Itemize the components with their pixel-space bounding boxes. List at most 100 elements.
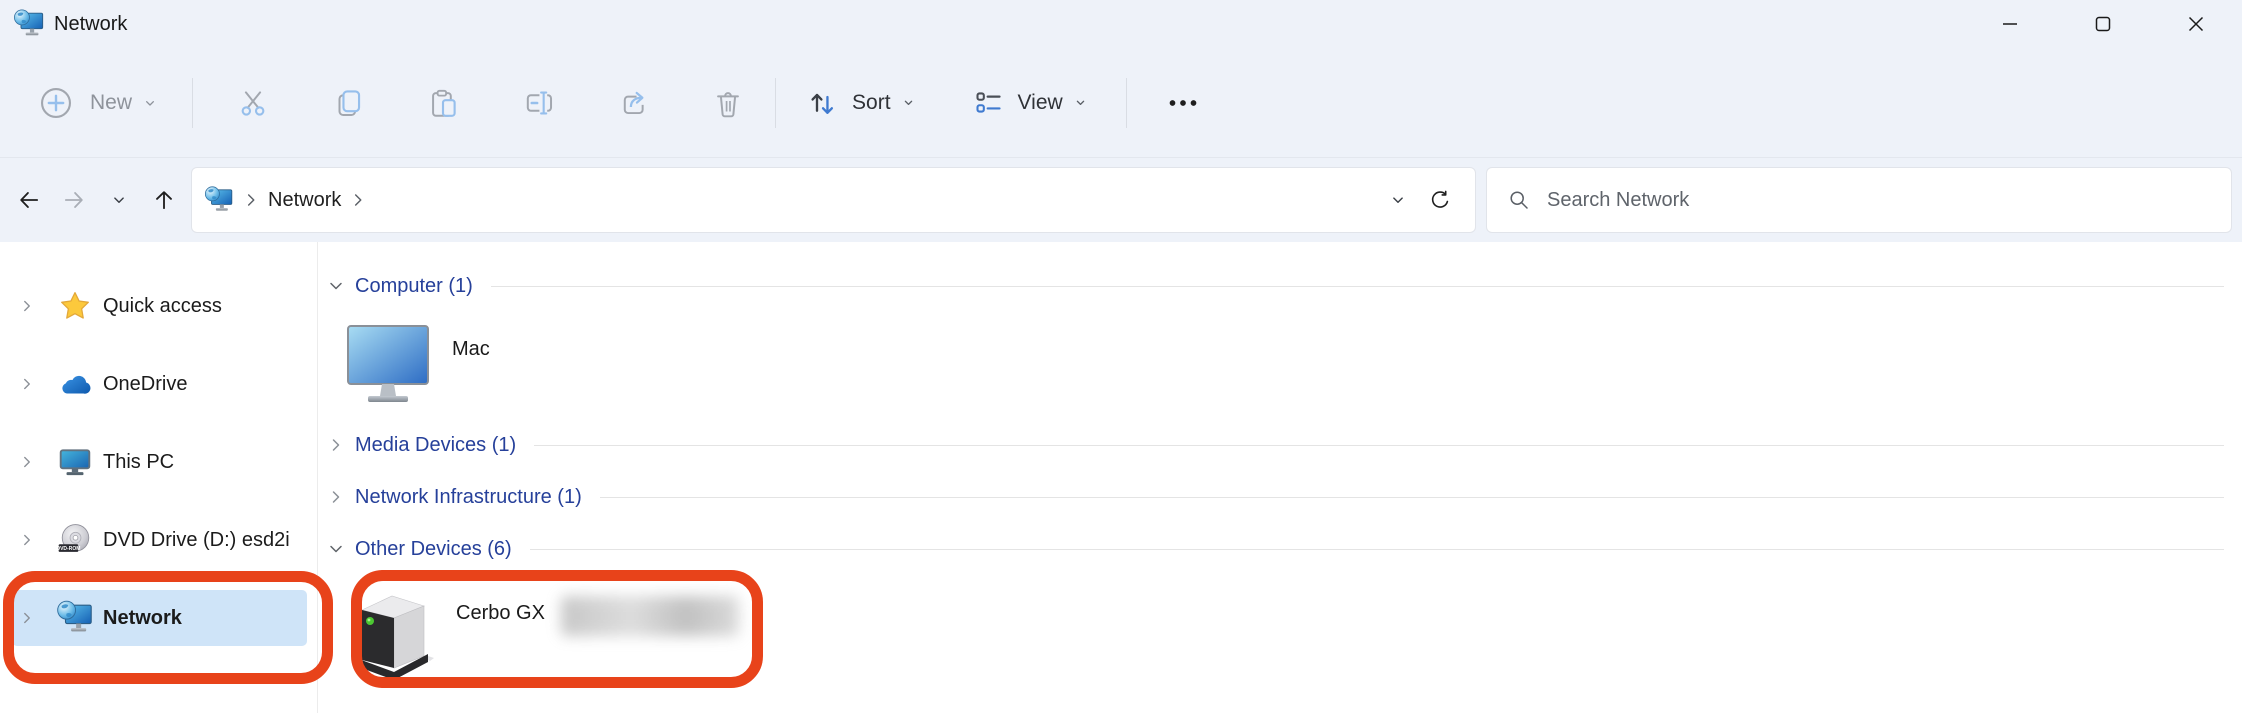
network-app-icon xyxy=(13,8,45,40)
sort-button-label: Sort xyxy=(852,91,891,115)
group-label[interactable]: Media Devices (1) xyxy=(355,434,516,457)
content-area: Quick access OneDrive This PC xyxy=(0,242,2242,713)
redacted-text-blur xyxy=(561,596,739,636)
navigation-pane: Quick access OneDrive This PC xyxy=(0,242,318,713)
group-header-media-devices[interactable]: Media Devices (1) xyxy=(326,431,2224,459)
view-button-label: View xyxy=(1018,91,1063,115)
files-pane: Computer (1) Mac Media Devices (1) Netwo… xyxy=(318,242,2242,713)
sidebar-item-onedrive[interactable]: OneDrive xyxy=(12,356,307,412)
cut-button[interactable] xyxy=(205,71,300,135)
chevron-right-icon[interactable] xyxy=(18,375,36,393)
more-options-button[interactable] xyxy=(1151,71,1215,135)
maximize-button[interactable] xyxy=(2056,0,2149,47)
file-item-mac[interactable]: Mac xyxy=(326,324,2224,408)
chevron-down-icon[interactable] xyxy=(326,276,346,296)
rename-icon xyxy=(521,86,555,120)
arrow-up-icon xyxy=(151,187,177,213)
refresh-icon xyxy=(1428,188,1452,212)
breadcrumb-network[interactable]: Network xyxy=(268,189,341,212)
back-button[interactable] xyxy=(6,174,51,226)
address-bar[interactable]: Network xyxy=(191,167,1476,233)
star-icon xyxy=(56,287,94,325)
monitor-icon xyxy=(56,443,94,481)
share-icon xyxy=(616,86,650,120)
maximize-icon xyxy=(2092,13,2114,35)
view-list-icon xyxy=(972,86,1005,119)
rename-button[interactable] xyxy=(490,71,585,135)
view-button[interactable]: View xyxy=(972,86,1088,119)
caption-buttons xyxy=(1963,0,2242,47)
sort-button[interactable]: Sort xyxy=(806,86,916,119)
chevron-down-icon[interactable] xyxy=(326,539,346,559)
command-bar: New xyxy=(0,48,2242,158)
group-label[interactable]: Computer (1) xyxy=(355,275,473,298)
address-bar-row: Network xyxy=(0,158,2242,242)
sidebar-item-label: This PC xyxy=(103,451,174,474)
sidebar-item-network[interactable]: Network xyxy=(12,590,307,646)
sidebar-item-label: Quick access xyxy=(103,295,222,318)
new-button-label: New xyxy=(90,91,132,115)
network-computer-icon xyxy=(56,599,94,637)
network-device-icon xyxy=(350,588,434,680)
share-button[interactable] xyxy=(585,71,680,135)
new-button[interactable]: New xyxy=(38,85,158,121)
minimize-icon xyxy=(1999,13,2021,35)
sidebar-item-label: DVD Drive (D:) esd2i xyxy=(103,529,290,552)
trash-icon xyxy=(711,86,745,120)
file-explorer-window: Network xyxy=(0,0,2242,713)
chevron-right-icon[interactable] xyxy=(18,609,36,627)
chevron-down-icon xyxy=(142,95,158,111)
forward-button[interactable] xyxy=(51,174,96,226)
sidebar-item-label: Network xyxy=(103,607,182,630)
breadcrumb-chevron-icon[interactable] xyxy=(347,189,369,211)
clipboard-buttons xyxy=(205,71,775,135)
chevron-right-icon[interactable] xyxy=(18,531,36,549)
group-rule xyxy=(534,445,2224,446)
group-rule xyxy=(491,286,2224,287)
group-label[interactable]: Network Infrastructure (1) xyxy=(355,486,582,509)
group-header-network-infrastructure[interactable]: Network Infrastructure (1) xyxy=(326,483,2224,511)
paste-button[interactable] xyxy=(395,71,490,135)
copy-button[interactable] xyxy=(300,71,395,135)
sidebar-item-this-pc[interactable]: This PC xyxy=(12,434,307,490)
toolbar-separator xyxy=(1126,78,1127,128)
item-label: Cerbo GX xyxy=(456,602,545,625)
onedrive-cloud-icon xyxy=(56,365,94,403)
group-label[interactable]: Other Devices (6) xyxy=(355,538,512,561)
search-input[interactable] xyxy=(1547,189,2215,212)
chevron-right-icon[interactable] xyxy=(18,297,36,315)
dvd-disc-icon xyxy=(56,521,94,559)
group-rule xyxy=(530,549,2224,550)
chevron-right-icon[interactable] xyxy=(18,453,36,471)
paste-icon xyxy=(426,86,460,120)
chevron-down-icon xyxy=(110,191,128,209)
sidebar-item-label: OneDrive xyxy=(103,373,187,396)
up-button[interactable] xyxy=(141,174,186,226)
group-rule xyxy=(600,497,2224,498)
chevron-right-icon[interactable] xyxy=(326,487,346,507)
close-button[interactable] xyxy=(2149,0,2242,47)
refresh-button[interactable] xyxy=(1419,179,1461,221)
title-bar: Network xyxy=(0,0,2242,48)
chevron-down-icon xyxy=(1073,95,1088,110)
file-item-cerbo-gx[interactable]: Cerbo GX xyxy=(326,588,2224,680)
group-header-other-devices[interactable]: Other Devices (6) xyxy=(326,535,2224,563)
recent-locations-button[interactable] xyxy=(96,174,141,226)
arrow-right-icon xyxy=(61,187,87,213)
sidebar-item-quick-access[interactable]: Quick access xyxy=(12,278,307,334)
delete-button[interactable] xyxy=(680,71,775,135)
minimize-button[interactable] xyxy=(1963,0,2056,47)
toolbar-separator xyxy=(775,78,776,128)
computer-monitor-icon xyxy=(346,324,430,404)
arrow-left-icon xyxy=(16,187,42,213)
close-icon xyxy=(2185,13,2207,35)
ellipsis-icon xyxy=(1165,85,1201,121)
search-box[interactable] xyxy=(1486,167,2232,233)
group-header-computer[interactable]: Computer (1) xyxy=(326,272,2224,300)
chevron-down-icon xyxy=(901,95,916,110)
breadcrumb-chevron-icon xyxy=(240,189,262,211)
sidebar-item-dvd-drive[interactable]: DVD Drive (D:) esd2i xyxy=(12,512,307,568)
chevron-down-icon xyxy=(1389,191,1407,209)
address-dropdown-button[interactable] xyxy=(1377,179,1419,221)
chevron-right-icon[interactable] xyxy=(326,435,346,455)
